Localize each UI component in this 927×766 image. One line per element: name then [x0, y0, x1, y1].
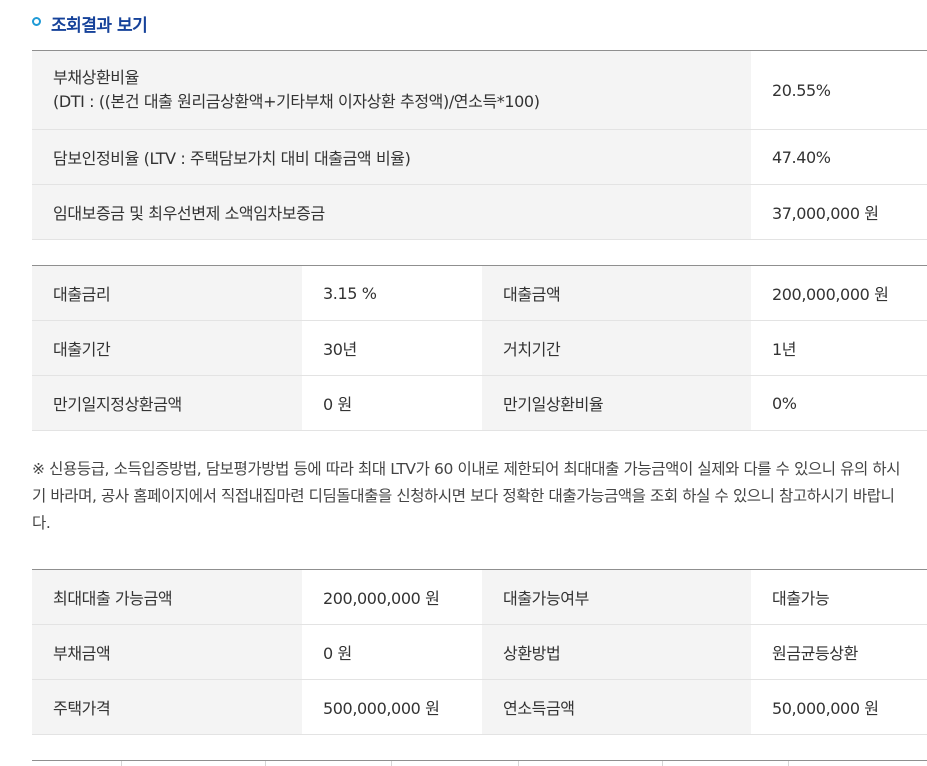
section-title: 조회결과 보기 — [51, 15, 148, 36]
table-row: 만기일지정상환금액 0 원 만기일상환비율 0% — [32, 375, 927, 431]
loan-amount-value: 200,000,000 원 — [751, 265, 927, 321]
deposit-label: 임대보증금 및 최우선변제 소액임차보증금 — [32, 184, 751, 240]
section-header: 조회결과 보기 — [32, 11, 148, 36]
grace-period-value: 1년 — [751, 320, 927, 376]
loan-amount-label: 대출금액 — [482, 265, 751, 321]
dti-sublabel: (DTI : ((본건 대출 원리금상환액+기타부채 이자상환 추정액)/연소득… — [53, 92, 540, 111]
ltv-value: 47.40% — [751, 129, 927, 185]
max-loan-value: 200,000,000 원 — [302, 569, 482, 625]
table-row: 임대보증금 및 최우선변제 소액임차보증금 37,000,000 원 — [32, 184, 927, 240]
table-row: 대출금리 3.15 % 대출금액 200,000,000 원 — [32, 265, 927, 321]
table-row: 부채금액 0 원 상환방법 원금균등상환 — [32, 624, 927, 680]
table-row: 담보인정비율 (LTV : 주택담보가치 대비 대출금액 비율) 47.40% — [32, 129, 927, 185]
dti-label-cell: 부채상환비율 (DTI : ((본건 대출 원리금상환액+기타부채 이자상환 추… — [32, 50, 751, 130]
ltv-label: 담보인정비율 (LTV : 주택담보가치 대비 대출금액 비율) — [32, 129, 751, 185]
max-loan-label: 최대대출 가능금액 — [32, 569, 302, 625]
grace-period-label: 거치기간 — [482, 320, 751, 376]
house-price-value: 500,000,000 원 — [302, 679, 482, 735]
interest-rate-label: 대출금리 — [32, 265, 302, 321]
loan-period-label: 대출기간 — [32, 320, 302, 376]
annual-income-label: 연소득금액 — [482, 679, 751, 735]
maturity-repayment-value: 0 원 — [302, 375, 482, 431]
table-row: 최대대출 가능금액 200,000,000 원 대출가능여부 대출가능 — [32, 569, 927, 625]
maturity-repayment-label: 만기일지정상환금액 — [32, 375, 302, 431]
house-price-label: 주택가격 — [32, 679, 302, 735]
repayment-method-value: 원금균등상환 — [751, 624, 927, 680]
next-table-edge — [32, 760, 927, 766]
debt-amount-value: 0 원 — [302, 624, 482, 680]
loan-period-value: 30년 — [302, 320, 482, 376]
loan-condition-table: 대출금리 3.15 % 대출금액 200,000,000 원 대출기간 30년 … — [32, 265, 927, 431]
interest-rate-value: 3.15 % — [302, 265, 482, 321]
circle-bullet-icon — [32, 16, 41, 26]
maturity-ratio-value: 0% — [751, 375, 927, 431]
annual-income-value: 50,000,000 원 — [751, 679, 927, 735]
notice-text: ※ 신용등급, 소득입증방법, 담보평가방법 등에 따라 최대 LTV가 60 … — [32, 460, 901, 532]
repayment-method-label: 상환방법 — [482, 624, 751, 680]
loan-eligibility-value: 대출가능 — [751, 569, 927, 625]
maturity-ratio-label: 만기일상환비율 — [482, 375, 751, 431]
loan-eligibility-label: 대출가능여부 — [482, 569, 751, 625]
table-row: 부채상환비율 (DTI : ((본건 대출 원리금상환액+기타부채 이자상환 추… — [32, 50, 927, 130]
ratio-table: 부채상환비율 (DTI : ((본건 대출 원리금상환액+기타부채 이자상환 추… — [32, 50, 927, 240]
debt-amount-label: 부채금액 — [32, 624, 302, 680]
table-row: 대출기간 30년 거치기간 1년 — [32, 320, 927, 376]
dti-value: 20.55% — [751, 50, 927, 130]
table-row: 주택가격 500,000,000 원 연소득금액 50,000,000 원 — [32, 679, 927, 735]
dti-label: 부채상환비율 — [53, 68, 139, 87]
deposit-value: 37,000,000 원 — [751, 184, 927, 240]
result-table: 최대대출 가능금액 200,000,000 원 대출가능여부 대출가능 부채금액… — [32, 569, 927, 735]
